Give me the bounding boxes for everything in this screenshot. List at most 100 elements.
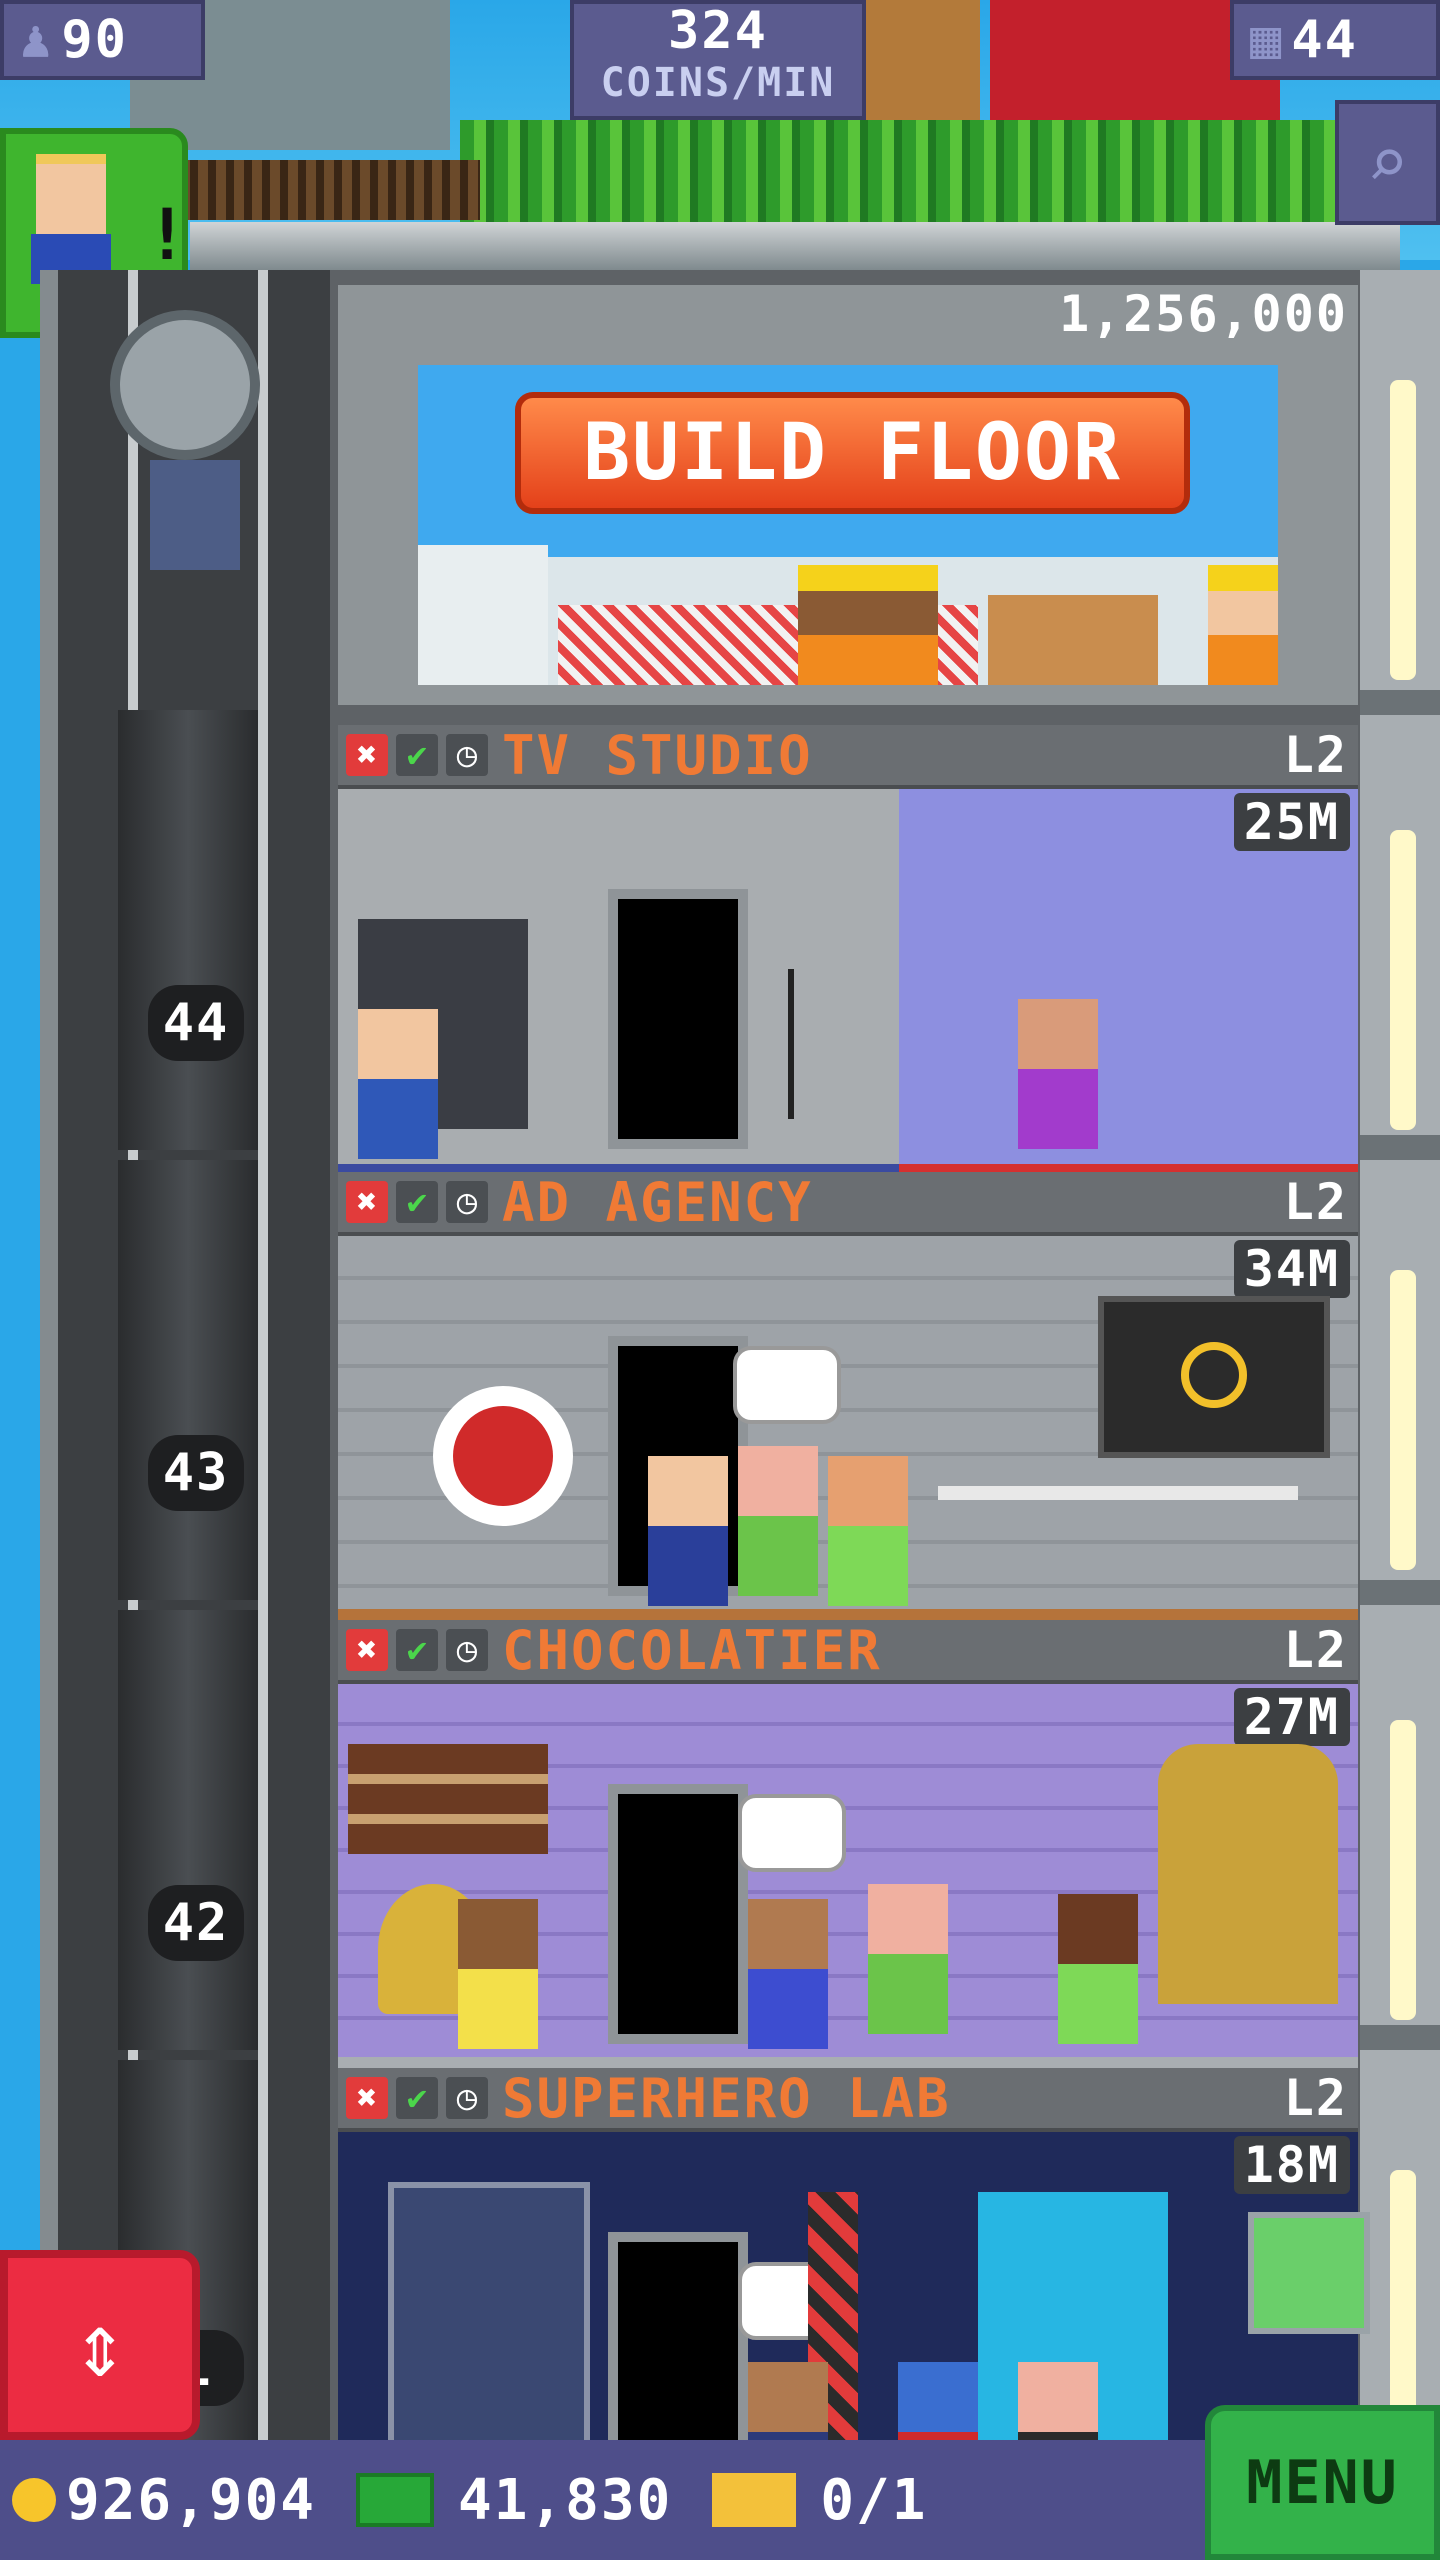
world-map [1248,2212,1370,2334]
building-icon: ▦ [1250,10,1284,70]
speech-bubble[interactable] [738,1794,846,1872]
up-down-arrows-icon: ⇕ [72,2292,128,2398]
floor-room: 34M [338,1236,1358,1621]
clock-icon[interactable]: ◷ [446,734,488,776]
camera [788,969,914,1119]
speech-bubble[interactable] [733,1346,841,1424]
floor-earnings: 25M [1233,793,1350,851]
floor-name: TV STUDIO [502,723,813,787]
magnifier-icon: ⌕ [1366,121,1409,204]
visitor-avatar [36,164,106,234]
resident[interactable] [358,1009,438,1159]
floor-chocolatier[interactable]: ✖ ✔ ◷ CHOCOLATIER L2 27M [338,1618,1358,2069]
alert-icon: ! [146,194,189,276]
floor-counter[interactable]: ▦ 44 [1230,0,1440,80]
population-counter[interactable]: ♟ 90 [0,0,205,80]
floor-header: ✖ ✔ ◷ SUPERHERO LAB L2 [338,2066,1358,2132]
elevator-floor-number: 42 [148,1885,244,1961]
roof-ledge [190,222,1400,270]
resident[interactable] [748,1899,828,2049]
floor-door [608,889,748,1149]
glass-panel [418,545,548,685]
floor-level: L2 [1283,726,1348,784]
shaft-cell [118,1160,258,1600]
shaft-cell [118,710,258,1150]
floor-room: 18M [338,2132,1370,2512]
coin-icon [12,2478,56,2522]
cash-icon [356,2473,435,2527]
close-icon[interactable]: ✖ [346,1181,388,1223]
resident[interactable] [1058,1894,1138,2044]
coin-rate-unit: COINS/MIN [600,60,836,106]
ring-display [1098,1296,1330,1458]
resident[interactable] [648,1456,728,1606]
chocolate-shelf [348,1744,548,1854]
gear-icon [110,310,260,460]
resident[interactable] [458,1899,538,2049]
elevator-shaft [40,270,330,2500]
floor-level: L2 [1283,1621,1348,1679]
clock-icon[interactable]: ◷ [446,1181,488,1223]
check-icon[interactable]: ✔ [396,734,438,776]
search-button[interactable]: ⌕ [1335,100,1440,225]
floor-door [608,1784,748,2044]
floor-earnings: 27M [1233,1688,1350,1746]
elevator-motor [100,300,290,580]
check-icon[interactable]: ✔ [396,1629,438,1671]
coin-rate-value: 324 [668,1,768,61]
wooden-wall [860,0,980,140]
elevator-car[interactable] [150,460,240,570]
floor-room: 25M [338,789,1358,1174]
bux-value: 41,830 [458,2467,673,2533]
clock-icon[interactable]: ◷ [446,2077,488,2119]
construction-worker [1208,565,1278,685]
ticket-icon [712,2473,797,2527]
crate [988,595,1158,685]
close-icon[interactable]: ✖ [346,2077,388,2119]
floor-superhero-lab[interactable]: ✖ ✔ ◷ SUPERHERO LAB L2 18M [338,2066,1370,2512]
close-icon[interactable]: ✖ [346,734,388,776]
check-icon[interactable]: ✔ [396,2077,438,2119]
tower-window [1390,1270,1416,1570]
construction-worker [798,565,868,685]
roof-fence [180,160,480,220]
floor-name: CHOCOLATIER [502,1618,882,1682]
floor-earnings: 18M [1233,2136,1350,2194]
floor-name: SUPERHERO LAB [502,2066,951,2130]
build-floor-cost: 1,256,000 [1059,285,1348,343]
floor-room: 27M [338,1684,1358,2069]
roof-grass [460,120,1340,230]
clock-icon[interactable]: ◷ [446,1629,488,1671]
tower-window [1390,1720,1416,2020]
floor-level: L2 [1283,1173,1348,1231]
menu-button[interactable]: MENU [1205,2405,1440,2560]
resident[interactable] [1018,999,1098,1149]
floor-count-value: 44 [1291,10,1358,70]
elevator-floor-number: 44 [148,985,244,1061]
resident[interactable] [868,1884,948,2034]
tower-window [1390,380,1416,680]
build-floor-button[interactable]: BUILD FLOOR [515,392,1190,514]
resident[interactable] [828,1456,908,1606]
elevator-button[interactable]: ⇕ [0,2250,200,2440]
floor-header: ✖ ✔ ◷ CHOCOLATIER L2 [338,1618,1358,1684]
floor-level: L2 [1283,2069,1348,2127]
coin-rate-display: 324 COINS/MIN [570,0,866,120]
floor-header: ✖ ✔ ◷ TV STUDIO L2 [338,723,1358,789]
check-icon[interactable]: ✔ [396,1181,438,1223]
close-icon[interactable]: ✖ [346,1629,388,1671]
floor-ad-agency[interactable]: ✖ ✔ ◷ AD AGENCY L2 34M [338,1170,1358,1621]
floor-name: AD AGENCY [502,1170,813,1234]
resident[interactable] [738,1446,818,1596]
chocolate-tank [1158,1744,1338,2004]
meeting-table [938,1486,1298,1500]
floor-header: ✖ ✔ ◷ AD AGENCY L2 [338,1170,1358,1236]
hero-poster [388,2182,590,2454]
egg-chair [433,1386,573,1526]
construction-worker [868,565,938,685]
elevator-floor-number: 43 [148,1435,244,1511]
shaft-cell [118,1610,258,2050]
floor-tv-studio[interactable]: ✖ ✔ ◷ TV STUDIO L2 25M [338,723,1358,1174]
tickets-value: 0/1 [820,2467,928,2533]
tower-window [1390,830,1416,1130]
